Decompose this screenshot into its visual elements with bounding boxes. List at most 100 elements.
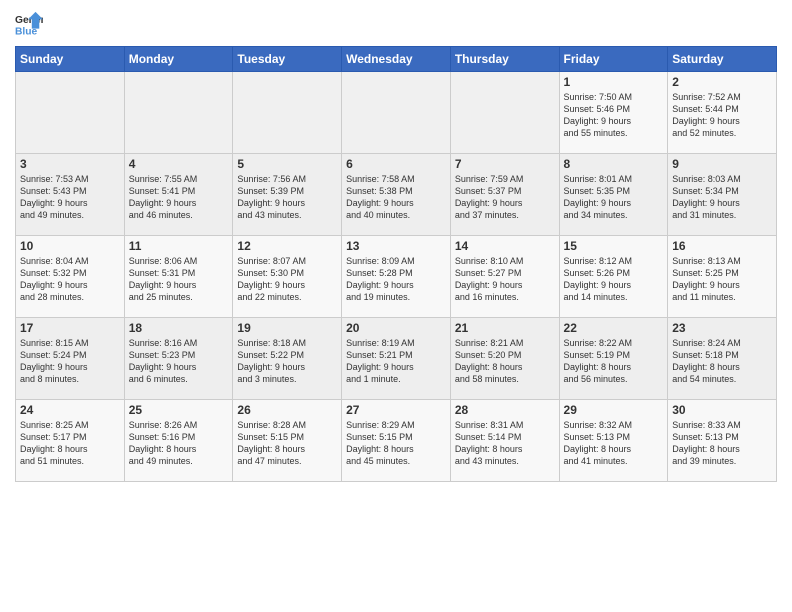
day-info: Sunrise: 8:24 AM Sunset: 5:18 PM Dayligh…	[672, 337, 772, 386]
calendar-cell: 18 Sunrise: 8:16 AM Sunset: 5:23 PM Dayli…	[124, 318, 233, 400]
day-number: 12	[237, 239, 337, 253]
day-info: Sunrise: 8:13 AM Sunset: 5:25 PM Dayligh…	[672, 255, 772, 304]
day-number: 17	[20, 321, 120, 335]
day-info: Sunrise: 8:15 AM Sunset: 5:24 PM Dayligh…	[20, 337, 120, 386]
day-number: 4	[129, 157, 229, 171]
calendar-cell: 20 Sunrise: 8:19 AM Sunset: 5:21 PM Dayli…	[342, 318, 451, 400]
calendar-cell: 1 Sunrise: 7:50 AM Sunset: 5:46 PM Daylig…	[559, 72, 668, 154]
day-number: 15	[564, 239, 664, 253]
logo: General Blue	[15, 10, 43, 38]
calendar-cell: 7 Sunrise: 7:59 AM Sunset: 5:37 PM Daylig…	[450, 154, 559, 236]
day-number: 26	[237, 403, 337, 417]
calendar-cell: 25Sunrise: 8:26 AM Sunset: 5:16 PM Dayli…	[124, 400, 233, 482]
day-info: Sunrise: 8:26 AM Sunset: 5:16 PM Dayligh…	[129, 419, 229, 468]
day-info: Sunrise: 7:55 AM Sunset: 5:41 PM Dayligh…	[129, 173, 229, 222]
calendar-cell: 13 Sunrise: 8:09 AM Sunset: 5:28 PM Dayli…	[342, 236, 451, 318]
calendar-cell: 28 Sunrise: 8:31 AM Sunset: 5:14 PM Dayli…	[450, 400, 559, 482]
weekday-header-wednesday: Wednesday	[342, 47, 451, 72]
weekday-header-tuesday: Tuesday	[233, 47, 342, 72]
calendar-cell: 23 Sunrise: 8:24 AM Sunset: 5:18 PM Dayli…	[668, 318, 777, 400]
day-number: 22	[564, 321, 664, 335]
calendar-cell: 3 Sunrise: 7:53 AM Sunset: 5:43 PM Daylig…	[16, 154, 125, 236]
day-info: Sunrise: 8:12 AM Sunset: 5:26 PM Dayligh…	[564, 255, 664, 304]
calendar-cell: 15 Sunrise: 8:12 AM Sunset: 5:26 PM Dayli…	[559, 236, 668, 318]
day-info: Sunrise: 7:52 AM Sunset: 5:44 PM Dayligh…	[672, 91, 772, 140]
day-number: 9	[672, 157, 772, 171]
day-info: Sunrise: 7:53 AM Sunset: 5:43 PM Dayligh…	[20, 173, 120, 222]
day-info: Sunrise: 8:06 AM Sunset: 5:31 PM Dayligh…	[129, 255, 229, 304]
calendar-cell: 30 Sunrise: 8:33 AM Sunset: 5:13 PM Dayli…	[668, 400, 777, 482]
weekday-header-monday: Monday	[124, 47, 233, 72]
day-info: Sunrise: 8:10 AM Sunset: 5:27 PM Dayligh…	[455, 255, 555, 304]
calendar-cell	[124, 72, 233, 154]
calendar-cell: 29 Sunrise: 8:32 AM Sunset: 5:13 PM Dayli…	[559, 400, 668, 482]
day-info: Sunrise: 8:22 AM Sunset: 5:19 PM Dayligh…	[564, 337, 664, 386]
day-number: 29	[564, 403, 664, 417]
day-number: 2	[672, 75, 772, 89]
calendar-cell: 16 Sunrise: 8:13 AM Sunset: 5:25 PM Dayli…	[668, 236, 777, 318]
calendar-cell	[233, 72, 342, 154]
calendar-cell: 12 Sunrise: 8:07 AM Sunset: 5:30 PM Dayli…	[233, 236, 342, 318]
day-number: 16	[672, 239, 772, 253]
weekday-header-friday: Friday	[559, 47, 668, 72]
day-info: Sunrise: 8:32 AM Sunset: 5:13 PM Dayligh…	[564, 419, 664, 468]
day-number: 18	[129, 321, 229, 335]
day-number: 19	[237, 321, 337, 335]
day-number: 21	[455, 321, 555, 335]
day-info: Sunrise: 8:19 AM Sunset: 5:21 PM Dayligh…	[346, 337, 446, 386]
logo-icon: General Blue	[15, 10, 43, 38]
day-number: 30	[672, 403, 772, 417]
day-info: Sunrise: 8:33 AM Sunset: 5:13 PM Dayligh…	[672, 419, 772, 468]
day-number: 14	[455, 239, 555, 253]
calendar-cell: 11 Sunrise: 8:06 AM Sunset: 5:31 PM Dayli…	[124, 236, 233, 318]
day-number: 5	[237, 157, 337, 171]
day-info: Sunrise: 7:59 AM Sunset: 5:37 PM Dayligh…	[455, 173, 555, 222]
day-info: Sunrise: 8:04 AM Sunset: 5:32 PM Dayligh…	[20, 255, 120, 304]
day-info: Sunrise: 8:03 AM Sunset: 5:34 PM Dayligh…	[672, 173, 772, 222]
day-info: Sunrise: 7:58 AM Sunset: 5:38 PM Dayligh…	[346, 173, 446, 222]
weekday-header-thursday: Thursday	[450, 47, 559, 72]
day-info: Sunrise: 8:25 AM Sunset: 5:17 PM Dayligh…	[20, 419, 120, 468]
day-info: Sunrise: 8:07 AM Sunset: 5:30 PM Dayligh…	[237, 255, 337, 304]
day-info: Sunrise: 8:21 AM Sunset: 5:20 PM Dayligh…	[455, 337, 555, 386]
page-header: General Blue	[15, 10, 777, 38]
calendar-cell: 24 Sunrise: 8:25 AM Sunset: 5:17 PM Dayli…	[16, 400, 125, 482]
calendar-cell: 10 Sunrise: 8:04 AM Sunset: 5:32 PM Dayli…	[16, 236, 125, 318]
calendar-cell: 17 Sunrise: 8:15 AM Sunset: 5:24 PM Dayli…	[16, 318, 125, 400]
day-info: Sunrise: 7:56 AM Sunset: 5:39 PM Dayligh…	[237, 173, 337, 222]
day-number: 3	[20, 157, 120, 171]
calendar-cell: 22 Sunrise: 8:22 AM Sunset: 5:19 PM Dayli…	[559, 318, 668, 400]
day-number: 10	[20, 239, 120, 253]
day-number: 1	[564, 75, 664, 89]
calendar-cell	[450, 72, 559, 154]
day-number: 28	[455, 403, 555, 417]
day-number: 8	[564, 157, 664, 171]
day-number: 27	[346, 403, 446, 417]
day-info: Sunrise: 8:01 AM Sunset: 5:35 PM Dayligh…	[564, 173, 664, 222]
day-info: Sunrise: 8:09 AM Sunset: 5:28 PM Dayligh…	[346, 255, 446, 304]
day-number: 24	[20, 403, 120, 417]
calendar-cell: 2 Sunrise: 7:52 AM Sunset: 5:44 PM Daylig…	[668, 72, 777, 154]
calendar-cell: 21 Sunrise: 8:21 AM Sunset: 5:20 PM Dayli…	[450, 318, 559, 400]
calendar-cell: 26 Sunrise: 8:28 AM Sunset: 5:15 PM Dayli…	[233, 400, 342, 482]
day-number: 7	[455, 157, 555, 171]
day-number: 13	[346, 239, 446, 253]
calendar: SundayMondayTuesdayWednesdayThursdayFrid…	[15, 46, 777, 482]
calendar-cell: 19Sunrise: 8:18 AM Sunset: 5:22 PM Dayli…	[233, 318, 342, 400]
day-number: 11	[129, 239, 229, 253]
day-number: 20	[346, 321, 446, 335]
calendar-cell	[342, 72, 451, 154]
calendar-cell: 8 Sunrise: 8:01 AM Sunset: 5:35 PM Daylig…	[559, 154, 668, 236]
calendar-cell	[16, 72, 125, 154]
weekday-header-sunday: Sunday	[16, 47, 125, 72]
calendar-cell: 4 Sunrise: 7:55 AM Sunset: 5:41 PM Daylig…	[124, 154, 233, 236]
day-info: Sunrise: 8:28 AM Sunset: 5:15 PM Dayligh…	[237, 419, 337, 468]
day-info: Sunrise: 7:50 AM Sunset: 5:46 PM Dayligh…	[564, 91, 664, 140]
day-number: 23	[672, 321, 772, 335]
day-info: Sunrise: 8:31 AM Sunset: 5:14 PM Dayligh…	[455, 419, 555, 468]
calendar-cell: 14 Sunrise: 8:10 AM Sunset: 5:27 PM Dayli…	[450, 236, 559, 318]
day-info: Sunrise: 8:29 AM Sunset: 5:15 PM Dayligh…	[346, 419, 446, 468]
day-info: Sunrise: 8:16 AM Sunset: 5:23 PM Dayligh…	[129, 337, 229, 386]
day-number: 6	[346, 157, 446, 171]
weekday-header-saturday: Saturday	[668, 47, 777, 72]
